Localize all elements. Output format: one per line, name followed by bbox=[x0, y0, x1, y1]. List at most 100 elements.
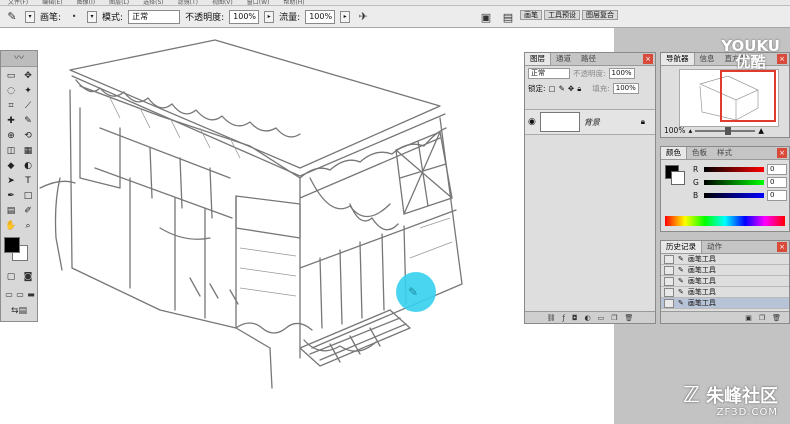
menu-item[interactable]: 帮助(H) bbox=[283, 0, 304, 5]
eye-icon[interactable]: ◉ bbox=[528, 117, 536, 127]
history-state[interactable]: ✎ 画笔工具 bbox=[661, 254, 789, 265]
menu-item[interactable]: 窗口(W) bbox=[247, 0, 270, 5]
layer-opacity-input[interactable]: 100% bbox=[608, 68, 635, 79]
tools-palette-header[interactable]: 〰 bbox=[1, 51, 37, 67]
color-bg-swatch[interactable] bbox=[671, 171, 685, 185]
lock-transparency-icon[interactable]: ▢ bbox=[549, 84, 556, 93]
layer-style-icon[interactable]: ƒ bbox=[562, 314, 564, 322]
history-brush-icon[interactable]: ⟲ bbox=[20, 129, 36, 143]
channel-slider[interactable] bbox=[704, 167, 764, 172]
healing-icon[interactable]: ✚ bbox=[3, 114, 19, 128]
zoom-in-icon[interactable]: ▲ bbox=[758, 126, 764, 135]
brush-picker-icon[interactable]: • bbox=[66, 9, 82, 25]
eyedropper-icon[interactable]: ✐ bbox=[20, 204, 36, 218]
layer-row-background[interactable]: ◉ 背景 🔒︎ bbox=[525, 109, 655, 135]
panel-tab[interactable]: 导航器 bbox=[661, 53, 695, 65]
menu-item[interactable]: 文件(F) bbox=[8, 0, 28, 5]
eraser-icon[interactable]: ◫ bbox=[3, 144, 19, 158]
color-close-icon[interactable]: × bbox=[777, 148, 787, 158]
history-source-checkbox[interactable] bbox=[664, 254, 674, 264]
panel-tab[interactable]: 历史记录 bbox=[661, 241, 702, 253]
marquee-icon[interactable]: ▭ bbox=[3, 69, 19, 83]
history-source-checkbox[interactable] bbox=[664, 287, 674, 297]
channel-slider[interactable] bbox=[704, 180, 764, 185]
history-state[interactable]: ✎ 画笔工具 bbox=[661, 287, 789, 298]
zoom-icon[interactable]: ⌕ bbox=[20, 219, 36, 233]
panel-tab[interactable]: 图层 bbox=[525, 53, 551, 65]
panel-tab[interactable]: 路径 bbox=[576, 53, 601, 65]
flow-slider-button[interactable]: ▸ bbox=[340, 10, 351, 23]
history-state[interactable]: ✎ 画笔工具 bbox=[661, 298, 789, 309]
type-icon[interactable]: T bbox=[20, 174, 36, 188]
history-close-icon[interactable]: × bbox=[777, 242, 787, 252]
tool-preset-dropdown[interactable]: ▾ bbox=[25, 10, 35, 23]
channel-slider[interactable] bbox=[704, 193, 764, 198]
menu-item[interactable]: 选择(S) bbox=[143, 0, 164, 5]
history-source-checkbox[interactable] bbox=[664, 298, 674, 308]
palette-well-tab[interactable]: 画笔 bbox=[520, 10, 542, 20]
history-state[interactable]: ✎ 画笔工具 bbox=[661, 265, 789, 276]
shape-icon[interactable]: □ bbox=[20, 189, 36, 203]
panel-tab[interactable]: 样式 bbox=[712, 147, 737, 159]
history-source-checkbox[interactable] bbox=[664, 265, 674, 275]
palette-well-tab[interactable]: 工具预设 bbox=[544, 10, 580, 20]
zoom-out-icon[interactable]: ▴ bbox=[688, 126, 692, 135]
brush-picker-dropdown[interactable]: ▾ bbox=[87, 10, 98, 23]
panel-tab[interactable]: 通道 bbox=[551, 53, 576, 65]
lasso-icon[interactable]: ◌ bbox=[3, 84, 19, 98]
magic-wand-icon[interactable]: ✦ bbox=[20, 84, 36, 98]
panel-tab[interactable]: 色板 bbox=[687, 147, 712, 159]
jump-to-imageready-icon[interactable]: ⇆▤ bbox=[4, 305, 34, 317]
pen-icon[interactable]: ✒ bbox=[3, 189, 19, 203]
new-document-from-state-icon[interactable]: ▣ bbox=[745, 314, 752, 322]
blur-icon[interactable]: ◆ bbox=[3, 159, 19, 173]
stamp-icon[interactable]: ⊕ bbox=[3, 129, 19, 143]
zoom-slider-thumb[interactable] bbox=[725, 126, 732, 135]
lock-brush-icon[interactable]: ✎ bbox=[559, 84, 565, 93]
screen-mode-standard-icon[interactable]: ▭ bbox=[4, 289, 14, 299]
adjustment-layer-icon[interactable]: ◐ bbox=[585, 314, 591, 322]
delete-state-icon[interactable]: 🗑︎ bbox=[772, 314, 781, 322]
layer-blend-select[interactable]: 正常 bbox=[528, 68, 570, 79]
fill-input[interactable]: 100% bbox=[612, 83, 639, 94]
zoom-slider[interactable] bbox=[695, 126, 756, 135]
delete-layer-icon[interactable]: 🗑︎ bbox=[625, 314, 634, 322]
history-source-checkbox[interactable] bbox=[664, 276, 674, 286]
menu-item[interactable]: 滤镜(T) bbox=[178, 0, 198, 5]
quickmask-mode-icon[interactable]: ◙ bbox=[21, 271, 35, 283]
menu-item[interactable]: 编辑(E) bbox=[42, 0, 62, 5]
layer-mask-icon[interactable]: ◘ bbox=[572, 314, 578, 322]
opacity-slider-button[interactable]: ▸ bbox=[264, 10, 275, 23]
channel-value-input[interactable]: 0 bbox=[767, 164, 787, 175]
link-layers-icon[interactable]: ⛓ bbox=[547, 314, 556, 322]
channel-value-input[interactable]: 0 bbox=[767, 177, 787, 188]
new-snapshot-icon[interactable]: ❐ bbox=[759, 314, 765, 322]
lock-move-icon[interactable]: ✥ bbox=[568, 84, 574, 93]
menu-item[interactable]: 视图(V) bbox=[212, 0, 233, 5]
panel-tab[interactable]: 动作 bbox=[702, 241, 727, 253]
notes-icon[interactable]: ▤ bbox=[3, 204, 19, 218]
navigator-zoom-value[interactable]: 100% bbox=[664, 126, 685, 135]
dodge-icon[interactable]: ◐ bbox=[20, 159, 36, 173]
palette-well-icon[interactable]: ▣ bbox=[478, 9, 494, 25]
menu-item[interactable]: 图像(I) bbox=[77, 0, 95, 5]
history-state[interactable]: ✎ 画笔工具 bbox=[661, 276, 789, 287]
file-browser-icon[interactable]: ▤ bbox=[500, 9, 516, 25]
panel-tab[interactable]: 颜色 bbox=[661, 147, 687, 159]
mode-select[interactable]: 正常 bbox=[128, 9, 181, 24]
airbrush-icon[interactable]: ✈ bbox=[355, 9, 371, 25]
flow-input[interactable]: 100% bbox=[305, 9, 336, 24]
document-canvas[interactable]: ✎ bbox=[0, 28, 614, 424]
hand-icon[interactable]: ✋ bbox=[3, 219, 19, 233]
brush-icon[interactable]: ✎ bbox=[20, 114, 36, 128]
channel-value-input[interactable]: 0 bbox=[767, 190, 787, 201]
gradient-icon[interactable]: ▦ bbox=[20, 144, 36, 158]
layers-close-icon[interactable]: × bbox=[643, 54, 653, 64]
navigator-thumbnail[interactable] bbox=[679, 69, 779, 127]
opacity-input[interactable]: 100% bbox=[229, 9, 260, 24]
palette-well-tab[interactable]: 图层复合 bbox=[582, 10, 618, 20]
foreground-color-swatch[interactable] bbox=[4, 237, 20, 253]
move-icon[interactable]: ✥ bbox=[20, 69, 36, 83]
menu-item[interactable]: 图层(L) bbox=[109, 0, 129, 5]
standard-mode-icon[interactable]: ▢ bbox=[4, 271, 18, 283]
